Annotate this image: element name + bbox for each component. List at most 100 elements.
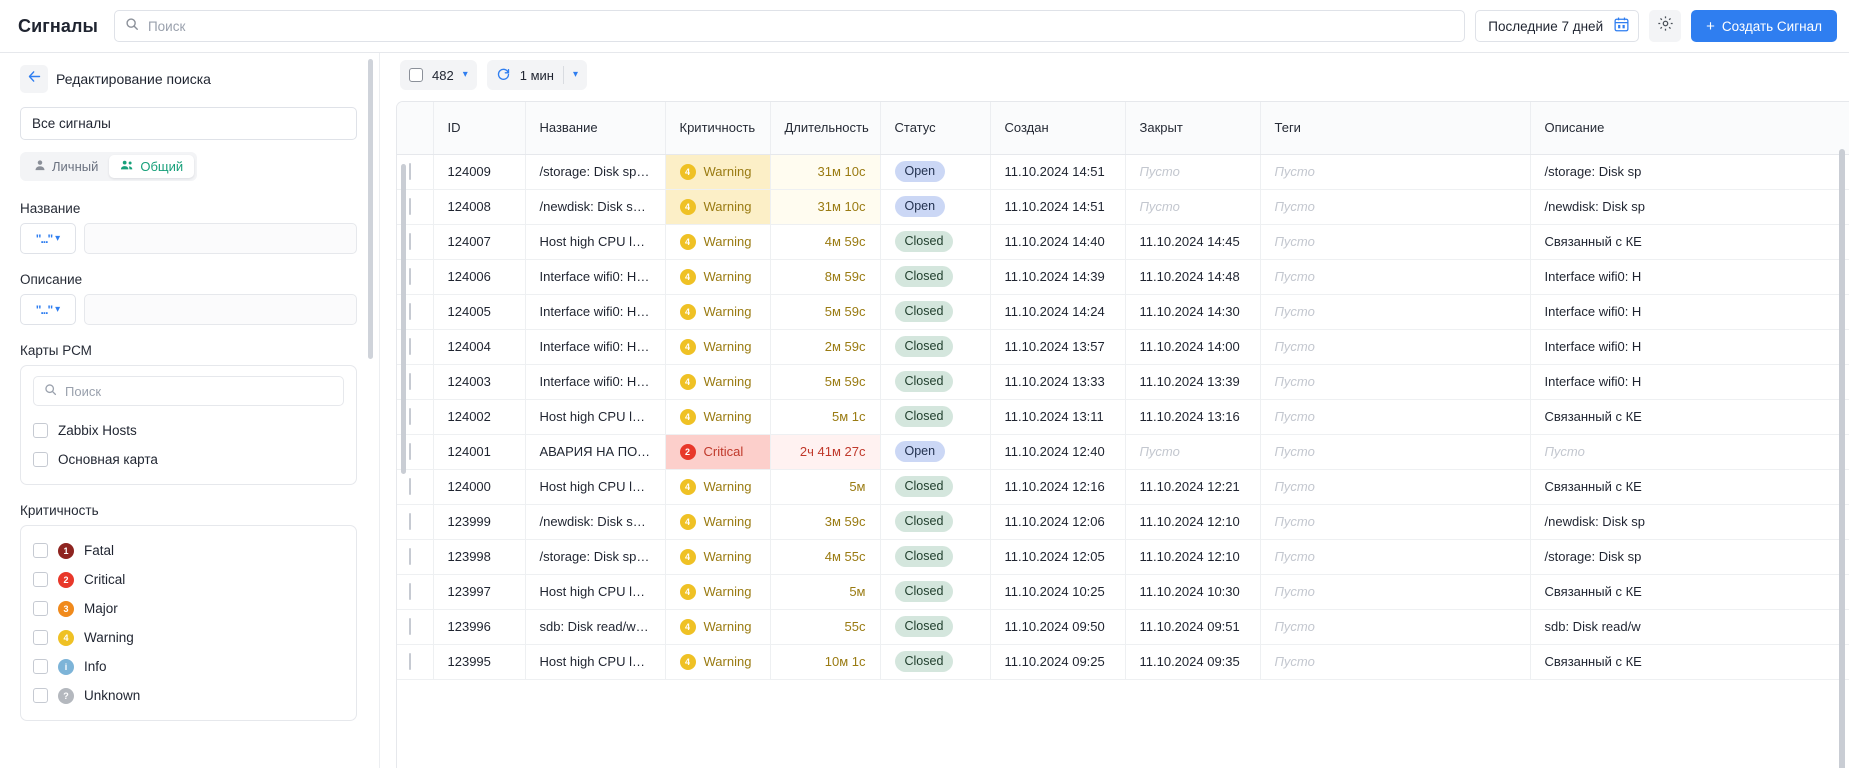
table-row[interactable]: 124006Interface wifi0: High er...4Warnin…	[397, 259, 1849, 294]
row-checkbox[interactable]	[409, 338, 411, 355]
severity-item-unknown[interactable]: ? Unknown	[33, 681, 344, 710]
col-created[interactable]: Создан	[990, 102, 1125, 154]
table-row[interactable]: 124002Host high CPU load (ins...4Warning…	[397, 399, 1849, 434]
row-checkbox[interactable]	[409, 548, 411, 565]
row-checkbox[interactable]	[409, 303, 411, 320]
table-row[interactable]: 123996sdb: Disk read/write re...4Warning…	[397, 609, 1849, 644]
cell-name[interactable]: sdb: Disk read/write re...	[525, 609, 665, 644]
table-vertical-scrollbar-left[interactable]	[401, 164, 406, 474]
cell-name[interactable]: /newdisk: Disk space is ...	[525, 504, 665, 539]
checkbox[interactable]	[33, 659, 48, 674]
create-signal-button[interactable]: + Создать Сигнал	[1691, 10, 1837, 42]
row-checkbox[interactable]	[409, 653, 411, 670]
cell-select[interactable]	[397, 504, 433, 539]
cell-select[interactable]	[397, 609, 433, 644]
row-checkbox[interactable]	[409, 233, 411, 250]
severity-item-info[interactable]: i Info	[33, 652, 344, 681]
row-checkbox[interactable]	[409, 443, 411, 460]
checkbox[interactable]	[33, 423, 48, 438]
checkbox[interactable]	[33, 452, 48, 467]
table-row[interactable]: 124000Host high CPU load (ins...4Warning…	[397, 469, 1849, 504]
chevron-down-icon[interactable]: ▾	[463, 70, 468, 80]
cell-name[interactable]: Host high CPU load (ins...	[525, 644, 665, 679]
severity-item-major[interactable]: 3 Major	[33, 594, 344, 623]
table-vertical-scrollbar[interactable]	[1839, 149, 1845, 768]
cell-name[interactable]: /storage: Disk space is l...	[525, 154, 665, 189]
cell-name[interactable]: Interface wifi0: High er...	[525, 364, 665, 399]
col-id[interactable]: ID	[433, 102, 525, 154]
cell-name[interactable]: Interface wifi0: High er...	[525, 294, 665, 329]
map-item-main-map[interactable]: Основная карта	[33, 445, 344, 474]
col-tags[interactable]: Теги	[1260, 102, 1530, 154]
table-row[interactable]: 124004Interface wifi0: High er...4Warnin…	[397, 329, 1849, 364]
scope-tab-personal[interactable]: Личный	[23, 155, 109, 178]
maps-search[interactable]: Поиск	[33, 376, 344, 406]
search-input[interactable]	[148, 19, 1454, 34]
row-checkbox[interactable]	[409, 373, 411, 390]
col-duration[interactable]: Длительность	[770, 102, 880, 154]
row-checkbox[interactable]	[409, 583, 411, 600]
cell-name[interactable]: Host high CPU load (ins...	[525, 574, 665, 609]
preset-name-input[interactable]: Все сигналы	[20, 107, 357, 140]
col-description[interactable]: Описание	[1530, 102, 1849, 154]
cell-select[interactable]	[397, 539, 433, 574]
severity-item-fatal[interactable]: 1 Fatal	[33, 536, 344, 565]
cell-name[interactable]: /storage: Disk space is l...	[525, 539, 665, 574]
cell-name[interactable]: Interface wifi0: High er...	[525, 259, 665, 294]
severity-item-warning[interactable]: 4 Warning	[33, 623, 344, 652]
select-all-checkbox[interactable]	[409, 68, 423, 82]
description-operator-select[interactable]: "..." ▾	[20, 294, 76, 325]
row-checkbox[interactable]	[409, 268, 411, 285]
refresh-group[interactable]: 1 мин ▾	[487, 60, 587, 90]
table-row[interactable]: 124008/newdisk: Disk space is ...4Warnin…	[397, 189, 1849, 224]
description-value-input[interactable]	[84, 294, 357, 325]
name-operator-select[interactable]: "..." ▾	[20, 223, 76, 254]
cell-select[interactable]	[397, 574, 433, 609]
row-checkbox[interactable]	[409, 513, 411, 530]
table-row[interactable]: 124003Interface wifi0: High er...4Warnin…	[397, 364, 1849, 399]
checkbox[interactable]	[33, 630, 48, 645]
checkbox[interactable]	[33, 688, 48, 703]
col-name[interactable]: Название	[525, 102, 665, 154]
selection-group[interactable]: 482 ▾	[400, 60, 477, 90]
col-severity[interactable]: Критичность	[665, 102, 770, 154]
sidebar-scrollbar[interactable]	[368, 59, 373, 359]
cell-select[interactable]	[397, 469, 433, 504]
row-checkbox[interactable]	[409, 478, 411, 495]
refresh-icon[interactable]	[496, 67, 511, 84]
table-row[interactable]: 124001АВАРИЯ НА ПОДСТАН...2Critical2ч 41…	[397, 434, 1849, 469]
table-row[interactable]: 123995Host high CPU load (ins...4Warning…	[397, 644, 1849, 679]
row-checkbox[interactable]	[409, 198, 411, 215]
name-value-input[interactable]	[84, 223, 357, 254]
checkbox[interactable]	[33, 543, 48, 558]
table-row[interactable]: 124009/storage: Disk space is l...4Warni…	[397, 154, 1849, 189]
row-checkbox[interactable]	[409, 408, 411, 425]
row-checkbox[interactable]	[409, 163, 411, 180]
row-checkbox[interactable]	[409, 618, 411, 635]
settings-button[interactable]	[1649, 10, 1681, 42]
col-closed[interactable]: Закрыт	[1125, 102, 1260, 154]
map-item-zabbix-hosts[interactable]: Zabbix Hosts	[33, 416, 344, 445]
table-row[interactable]: 124007Host high CPU load (ins...4Warning…	[397, 224, 1849, 259]
scope-tab-shared[interactable]: Общий	[109, 155, 194, 178]
checkbox[interactable]	[33, 601, 48, 616]
checkbox[interactable]	[33, 572, 48, 587]
cell-select[interactable]	[397, 644, 433, 679]
table-row[interactable]: 124005Interface wifi0: High er...4Warnin…	[397, 294, 1849, 329]
cell-name[interactable]: Interface wifi0: High er...	[525, 329, 665, 364]
calendar-icon[interactable]	[1613, 16, 1630, 36]
col-status[interactable]: Статус	[880, 102, 990, 154]
cell-name[interactable]: Host high CPU load (ins...	[525, 399, 665, 434]
chevron-down-icon[interactable]: ▾	[573, 70, 578, 80]
severity-item-critical[interactable]: 2 Critical	[33, 565, 344, 594]
cell-name[interactable]: /newdisk: Disk space is ...	[525, 189, 665, 224]
cell-name[interactable]: Host high CPU load (ins...	[525, 224, 665, 259]
table-row[interactable]: 123999/newdisk: Disk space is ...4Warnin…	[397, 504, 1849, 539]
cell-name[interactable]: Host high CPU load (ins...	[525, 469, 665, 504]
back-button[interactable]	[20, 65, 48, 93]
date-range-picker[interactable]: Последние 7 дней	[1475, 10, 1639, 42]
table-row[interactable]: 123997Host high CPU load (ins...4Warning…	[397, 574, 1849, 609]
global-search[interactable]	[114, 10, 1465, 42]
cell-name[interactable]: АВАРИЯ НА ПОДСТАН...	[525, 434, 665, 469]
table-row[interactable]: 123998/storage: Disk space is l...4Warni…	[397, 539, 1849, 574]
